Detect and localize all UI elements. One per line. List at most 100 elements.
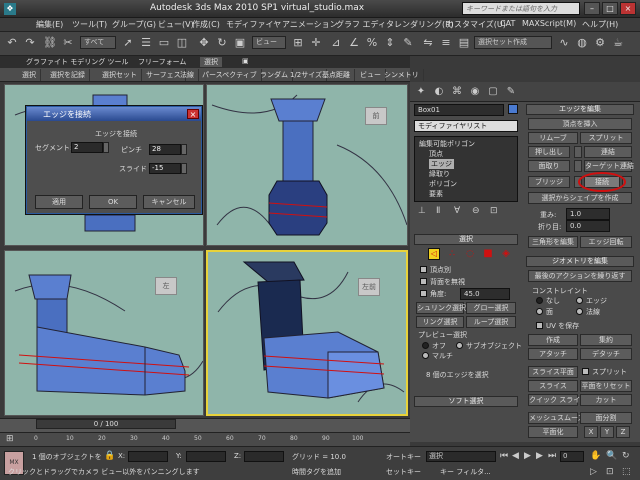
unlink-icon[interactable]: ✂ [60, 35, 76, 51]
menu-group[interactable]: グループ(G) [112, 19, 156, 30]
x-coord-field[interactable] [128, 451, 168, 462]
maximize-viewport-icon[interactable]: ⬚ [622, 467, 631, 477]
menu-cat[interactable]: CAT [500, 19, 515, 28]
preview-multi-radio[interactable] [422, 352, 429, 359]
apply-button[interactable]: 適用 [35, 195, 83, 209]
z-coord-field[interactable] [244, 451, 284, 462]
lock-selection-icon[interactable]: 🔒 [104, 451, 115, 461]
select-object-icon[interactable]: ➚ [120, 35, 136, 51]
target-weld-button[interactable]: ターゲット連結 [584, 160, 634, 172]
slice-button[interactable]: スライス [528, 380, 578, 392]
reference-coordinate-dropdown[interactable]: ビュー [252, 36, 286, 49]
viewcube-front[interactable]: 前 [365, 107, 387, 125]
stack-item-border[interactable]: 縁取り [429, 169, 450, 179]
menu-views[interactable]: ビュー(V) [158, 19, 194, 30]
selection-rollout-header[interactable]: 選択 [414, 234, 518, 245]
selection-filter-dropdown[interactable]: すべて [80, 36, 116, 49]
weight-spinner[interactable]: 1.0 [566, 208, 610, 220]
stack-item-editable-poly[interactable]: 編集可能ポリゴン [419, 139, 475, 149]
next-frame-icon[interactable]: ▶ [536, 451, 543, 461]
by-vertex-checkbox[interactable] [420, 266, 427, 273]
angle-snap-icon[interactable]: ∠ [346, 35, 362, 51]
snap-icon[interactable]: ⊿ [328, 35, 344, 51]
prev-frame-icon[interactable]: ◀ [512, 451, 519, 461]
ignore-backfacing-checkbox[interactable] [420, 278, 427, 285]
planarize-button[interactable]: 平面化 [528, 426, 578, 438]
pan-icon[interactable]: ✋ [590, 451, 601, 461]
select-by-name-icon[interactable]: ☰ [138, 35, 154, 51]
pinch-spinner-arrows[interactable] [181, 144, 187, 155]
subtab-normal[interactable]: 法線 [176, 69, 199, 81]
tab-graphite-modeling[interactable]: グラファイト モデリング ツール [22, 57, 132, 67]
named-selection-icon[interactable]: ✎ [400, 35, 416, 51]
layer-icon[interactable]: ▤ [456, 35, 472, 51]
subtab-selection-set[interactable]: 選択セット [98, 69, 142, 81]
reset-plane-button[interactable]: 平面をリセット [580, 380, 632, 392]
angle-spinner[interactable]: 45.0 [460, 288, 510, 300]
close-button[interactable]: × [620, 2, 636, 15]
repeat-last-button[interactable]: 最後のアクションを繰り返す [528, 270, 632, 282]
tab-freeform[interactable]: フリーフォーム [134, 57, 190, 67]
manipulate-icon[interactable]: ✛ [308, 35, 324, 51]
menu-animation[interactable]: アニメーション [282, 19, 338, 30]
zoom-icon[interactable]: 🔍 [606, 451, 617, 461]
viewcube-perspective[interactable]: 左前 [358, 278, 380, 296]
rotate-icon[interactable]: ↻ [214, 35, 230, 51]
slice-plane-button[interactable]: スライス平面 [528, 366, 578, 378]
element-mode-icon[interactable]: ◈ [500, 248, 512, 260]
move-icon[interactable]: ✥ [196, 35, 212, 51]
turn-button[interactable]: エッジ回転 [580, 236, 632, 248]
selection-set-dropdown[interactable]: 選択セット作成 [474, 36, 552, 49]
viewport-perspective[interactable]: 左前 [206, 250, 408, 416]
constraint-edge-radio[interactable] [576, 297, 583, 304]
mirror-icon[interactable]: ⇋ [420, 35, 436, 51]
motion-tab-icon[interactable]: ◉ [468, 85, 482, 99]
menu-rendering[interactable]: レンダリング(R) [394, 19, 454, 30]
key-filters-button[interactable]: キー フィルタ... [440, 467, 491, 477]
stack-item-polygon[interactable]: ポリゴン [429, 179, 457, 189]
vertex-mode-icon[interactable]: ∴ [446, 248, 458, 260]
rectangular-region-icon[interactable]: ▭ [156, 35, 172, 51]
pin-stack-icon[interactable]: ⊥ [418, 206, 426, 216]
loop-button[interactable]: ループ選択 [466, 316, 516, 328]
create-tab-icon[interactable]: ✦ [414, 85, 428, 99]
constraint-none-radio[interactable] [536, 297, 543, 304]
meshsmooth-button[interactable]: メッシュスムーズ [528, 412, 585, 424]
create-button[interactable]: 作成 [528, 334, 578, 346]
angle-checkbox[interactable] [420, 290, 427, 297]
menu-create[interactable]: 作成(C) [192, 19, 220, 30]
play-icon[interactable]: ▶ [524, 451, 531, 461]
quickslice-button[interactable]: クイック スライス [528, 394, 587, 406]
planarize-y-button[interactable]: Y [600, 426, 614, 438]
stack-item-element[interactable]: 要素 [429, 189, 443, 199]
add-time-tag[interactable]: 時間タグを追加 [292, 467, 341, 477]
time-slider[interactable]: 0 / 100 [36, 419, 176, 429]
current-frame-field[interactable]: 0 [560, 451, 584, 462]
shrink-button[interactable]: シュリンク選択 [416, 302, 466, 314]
menu-modifiers[interactable]: モディファイヤ [226, 19, 281, 30]
material-editor-icon[interactable]: ◍ [574, 35, 590, 51]
setkey-label[interactable]: セットキー [386, 467, 421, 477]
display-tab-icon[interactable]: ▢ [486, 85, 500, 99]
chamfer-settings-button[interactable] [574, 160, 582, 172]
field-of-view-icon[interactable]: ▷ [590, 467, 597, 477]
cancel-button[interactable]: キャンセル [143, 195, 195, 209]
link-icon[interactable]: ⛓ [42, 35, 58, 51]
scale-icon[interactable]: ▣ [232, 35, 248, 51]
slide-spinner[interactable]: -15 [149, 163, 181, 174]
render-setup-icon[interactable]: ⚙ [592, 35, 608, 51]
segments-spinner-arrows[interactable] [103, 142, 109, 153]
create-shape-button[interactable]: 選択からシェイプを作成 [528, 192, 632, 204]
viewport-front[interactable]: 前 [206, 84, 408, 246]
align-icon[interactable]: ≡ [438, 35, 454, 51]
subtab-record[interactable]: 選択を記録 [46, 69, 90, 81]
soft-selection-rollout-header[interactable]: ソフト選択 [414, 396, 518, 407]
insert-vertex-button[interactable]: 頂点を挿入 [528, 118, 632, 130]
configure-sets-icon[interactable]: ⊡ [490, 206, 498, 216]
tab-toggle[interactable]: ▣ [238, 57, 253, 65]
modify-tab-icon[interactable]: ◐ [432, 85, 446, 99]
undo-icon[interactable]: ↶ [4, 35, 20, 51]
edit-geometry-rollout-header[interactable]: ジオメトリを編集 [526, 256, 634, 267]
tessellate-button[interactable]: 面分割 [580, 412, 632, 424]
menu-graph-editors[interactable]: グラフ エディタ [336, 19, 394, 30]
